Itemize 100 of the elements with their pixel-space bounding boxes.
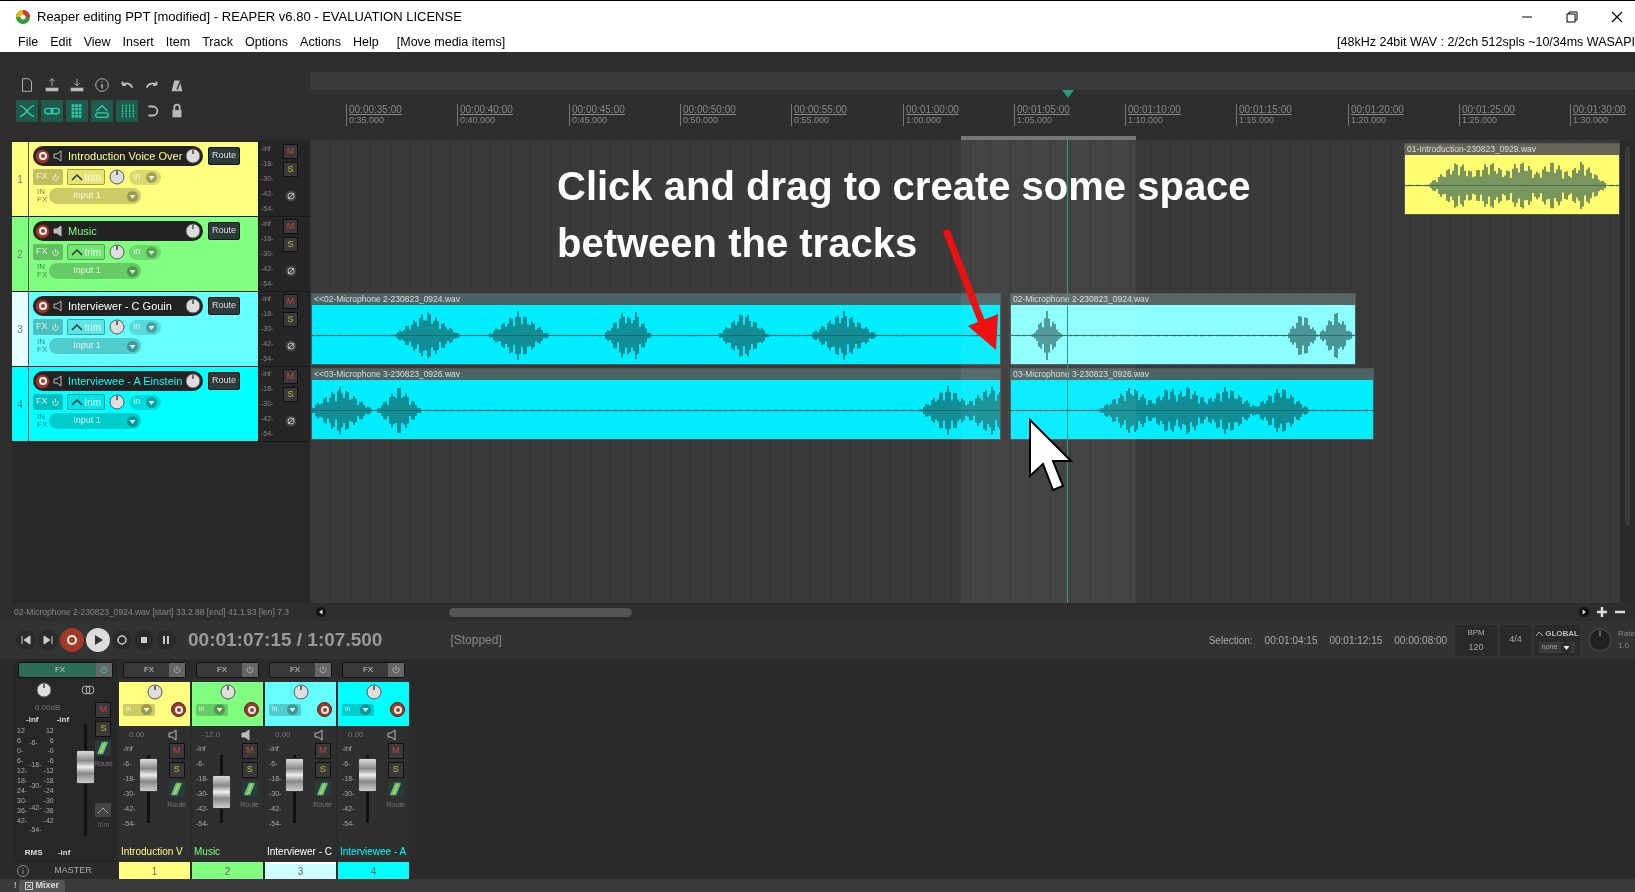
menu-item[interactable]: Item <box>159 33 197 52</box>
fx-chain-button[interactable]: FX <box>269 662 332 678</box>
volume-knob[interactable] <box>185 148 202 164</box>
mute-button[interactable]: M <box>283 369 298 384</box>
skip-to-end-button[interactable] <box>38 630 58 650</box>
solo-button[interactable]: S <box>387 762 404 778</box>
solo-button[interactable]: S <box>283 312 298 327</box>
pause-button[interactable] <box>156 630 176 650</box>
menu-item[interactable]: Help <box>347 33 385 52</box>
solo-button[interactable]: S <box>283 387 298 402</box>
link-button[interactable] <box>41 100 63 122</box>
channel-number[interactable]: 3 <box>265 862 336 879</box>
phase-icon[interactable] <box>284 190 297 202</box>
route-button[interactable]: Route <box>208 297 241 315</box>
stereo-icon[interactable] <box>81 684 95 696</box>
track-number[interactable]: 1 <box>12 142 29 216</box>
menu-item[interactable]: File <box>12 33 45 52</box>
channel-number[interactable]: 2 <box>192 862 263 879</box>
scroll-right-icon[interactable] <box>1579 607 1589 617</box>
menu-item[interactable]: Options <box>238 33 295 52</box>
mute-button[interactable]: M <box>314 743 331 759</box>
record-arm-button[interactable] <box>390 702 405 717</box>
mute-button[interactable]: M <box>283 144 298 159</box>
mute-button[interactable]: M <box>283 219 298 234</box>
route-icon[interactable] <box>241 781 258 797</box>
phase-icon[interactable] <box>284 265 297 277</box>
mute-button[interactable]: M <box>95 702 112 718</box>
repeat-button[interactable] <box>112 630 132 650</box>
stop-button[interactable] <box>134 630 154 650</box>
track-number[interactable]: 4 <box>12 367 29 441</box>
mixer-tab[interactable]: Mixer <box>18 879 66 892</box>
grid-button[interactable] <box>66 100 88 122</box>
menu-item[interactable]: Actions <box>294 33 348 52</box>
route-button[interactable]: Route <box>208 222 241 240</box>
menu-item[interactable]: Edit <box>44 33 78 52</box>
pan-knob[interactable] <box>146 684 163 700</box>
track-number[interactable]: 3 <box>12 292 29 366</box>
phase-icon[interactable] <box>284 340 297 352</box>
pan-knob[interactable] <box>36 682 52 698</box>
fx-chain-button[interactable]: FX <box>342 662 405 678</box>
record-arm-button[interactable] <box>35 223 50 239</box>
record-arm-button[interactable] <box>35 373 50 389</box>
route-button[interactable]: Route <box>208 147 241 165</box>
menu-item[interactable]: Track <box>196 33 239 52</box>
record-arm-button[interactable] <box>317 702 332 717</box>
menu-item[interactable]: View <box>77 33 117 52</box>
vertical-scrollbar[interactable] <box>1620 140 1635 603</box>
fx-chain-button[interactable]: FX <box>18 662 113 678</box>
route-icon[interactable] <box>387 781 404 797</box>
scroll-left-icon[interactable] <box>316 607 326 617</box>
record-arm-button[interactable] <box>35 298 50 314</box>
solo-button[interactable]: S <box>241 762 258 778</box>
record-button[interactable] <box>60 628 84 652</box>
fx-chain-button[interactable]: FX <box>123 662 186 678</box>
solo-button[interactable]: S <box>283 162 298 177</box>
crossfade-button[interactable] <box>16 100 38 122</box>
route-button[interactable]: Route <box>208 372 241 390</box>
mute-button[interactable]: M <box>241 743 258 759</box>
channel-number[interactable]: 4 <box>338 862 409 879</box>
fader-handle[interactable] <box>285 758 304 793</box>
route-icon[interactable] <box>168 781 185 797</box>
fx-chain-button[interactable]: FX <box>196 662 259 678</box>
solo-button[interactable]: S <box>314 762 331 778</box>
mute-button[interactable]: M <box>168 743 185 759</box>
volume-knob[interactable] <box>185 373 202 389</box>
close-icon[interactable] <box>1611 11 1623 23</box>
snap-grid-button[interactable] <box>116 100 138 122</box>
trim-envelope-icon[interactable] <box>95 802 112 817</box>
fader-handle[interactable] <box>358 758 377 793</box>
play-button[interactable] <box>86 628 110 652</box>
solo-button[interactable]: S <box>168 762 185 778</box>
solo-button[interactable]: S <box>283 237 298 252</box>
phase-icon[interactable] <box>284 415 297 427</box>
media-item[interactable]: <<02-Microphone 2-230823_0924.wav <box>311 293 1001 365</box>
fader-handle[interactable] <box>212 775 231 810</box>
time-signature[interactable]: 4/4 <box>1500 624 1532 656</box>
record-arm-button[interactable] <box>35 148 50 164</box>
skip-to-start-button[interactable] <box>16 630 36 650</box>
route-icon[interactable] <box>314 781 331 797</box>
volume-knob[interactable] <box>185 298 201 314</box>
mute-button[interactable]: M <box>283 294 298 309</box>
info-icon[interactable] <box>17 864 29 877</box>
fader-handle[interactable] <box>139 758 158 793</box>
media-item[interactable]: 03-Microphone 3-230823_0926.wav <box>1010 368 1374 440</box>
media-item[interactable]: 02-Microphone 2-230823_0924.wav <box>1010 293 1356 365</box>
fader-handle[interactable] <box>76 749 96 784</box>
pan-knob[interactable] <box>109 169 126 185</box>
mute-button[interactable]: M <box>387 743 404 759</box>
menu-item[interactable]: Insert <box>116 33 160 52</box>
zoom-in-icon[interactable] <box>1597 607 1607 617</box>
tempo-display[interactable]: BPM 120 <box>1455 624 1498 656</box>
horizontal-scrollbar[interactable] <box>449 607 632 617</box>
track-number[interactable]: 2 <box>12 217 29 291</box>
record-arm-button[interactable] <box>171 702 186 717</box>
restore-icon[interactable] <box>1566 11 1578 23</box>
route-icon[interactable] <box>95 740 112 756</box>
record-arm-button[interactable] <box>244 702 259 717</box>
media-item[interactable]: <<03-Microphone 3-230823_0926.wav <box>311 368 1001 440</box>
media-item[interactable]: 01-Introduction-230823_0929.wav <box>1404 143 1620 215</box>
envelope-link-button[interactable] <box>91 100 113 122</box>
